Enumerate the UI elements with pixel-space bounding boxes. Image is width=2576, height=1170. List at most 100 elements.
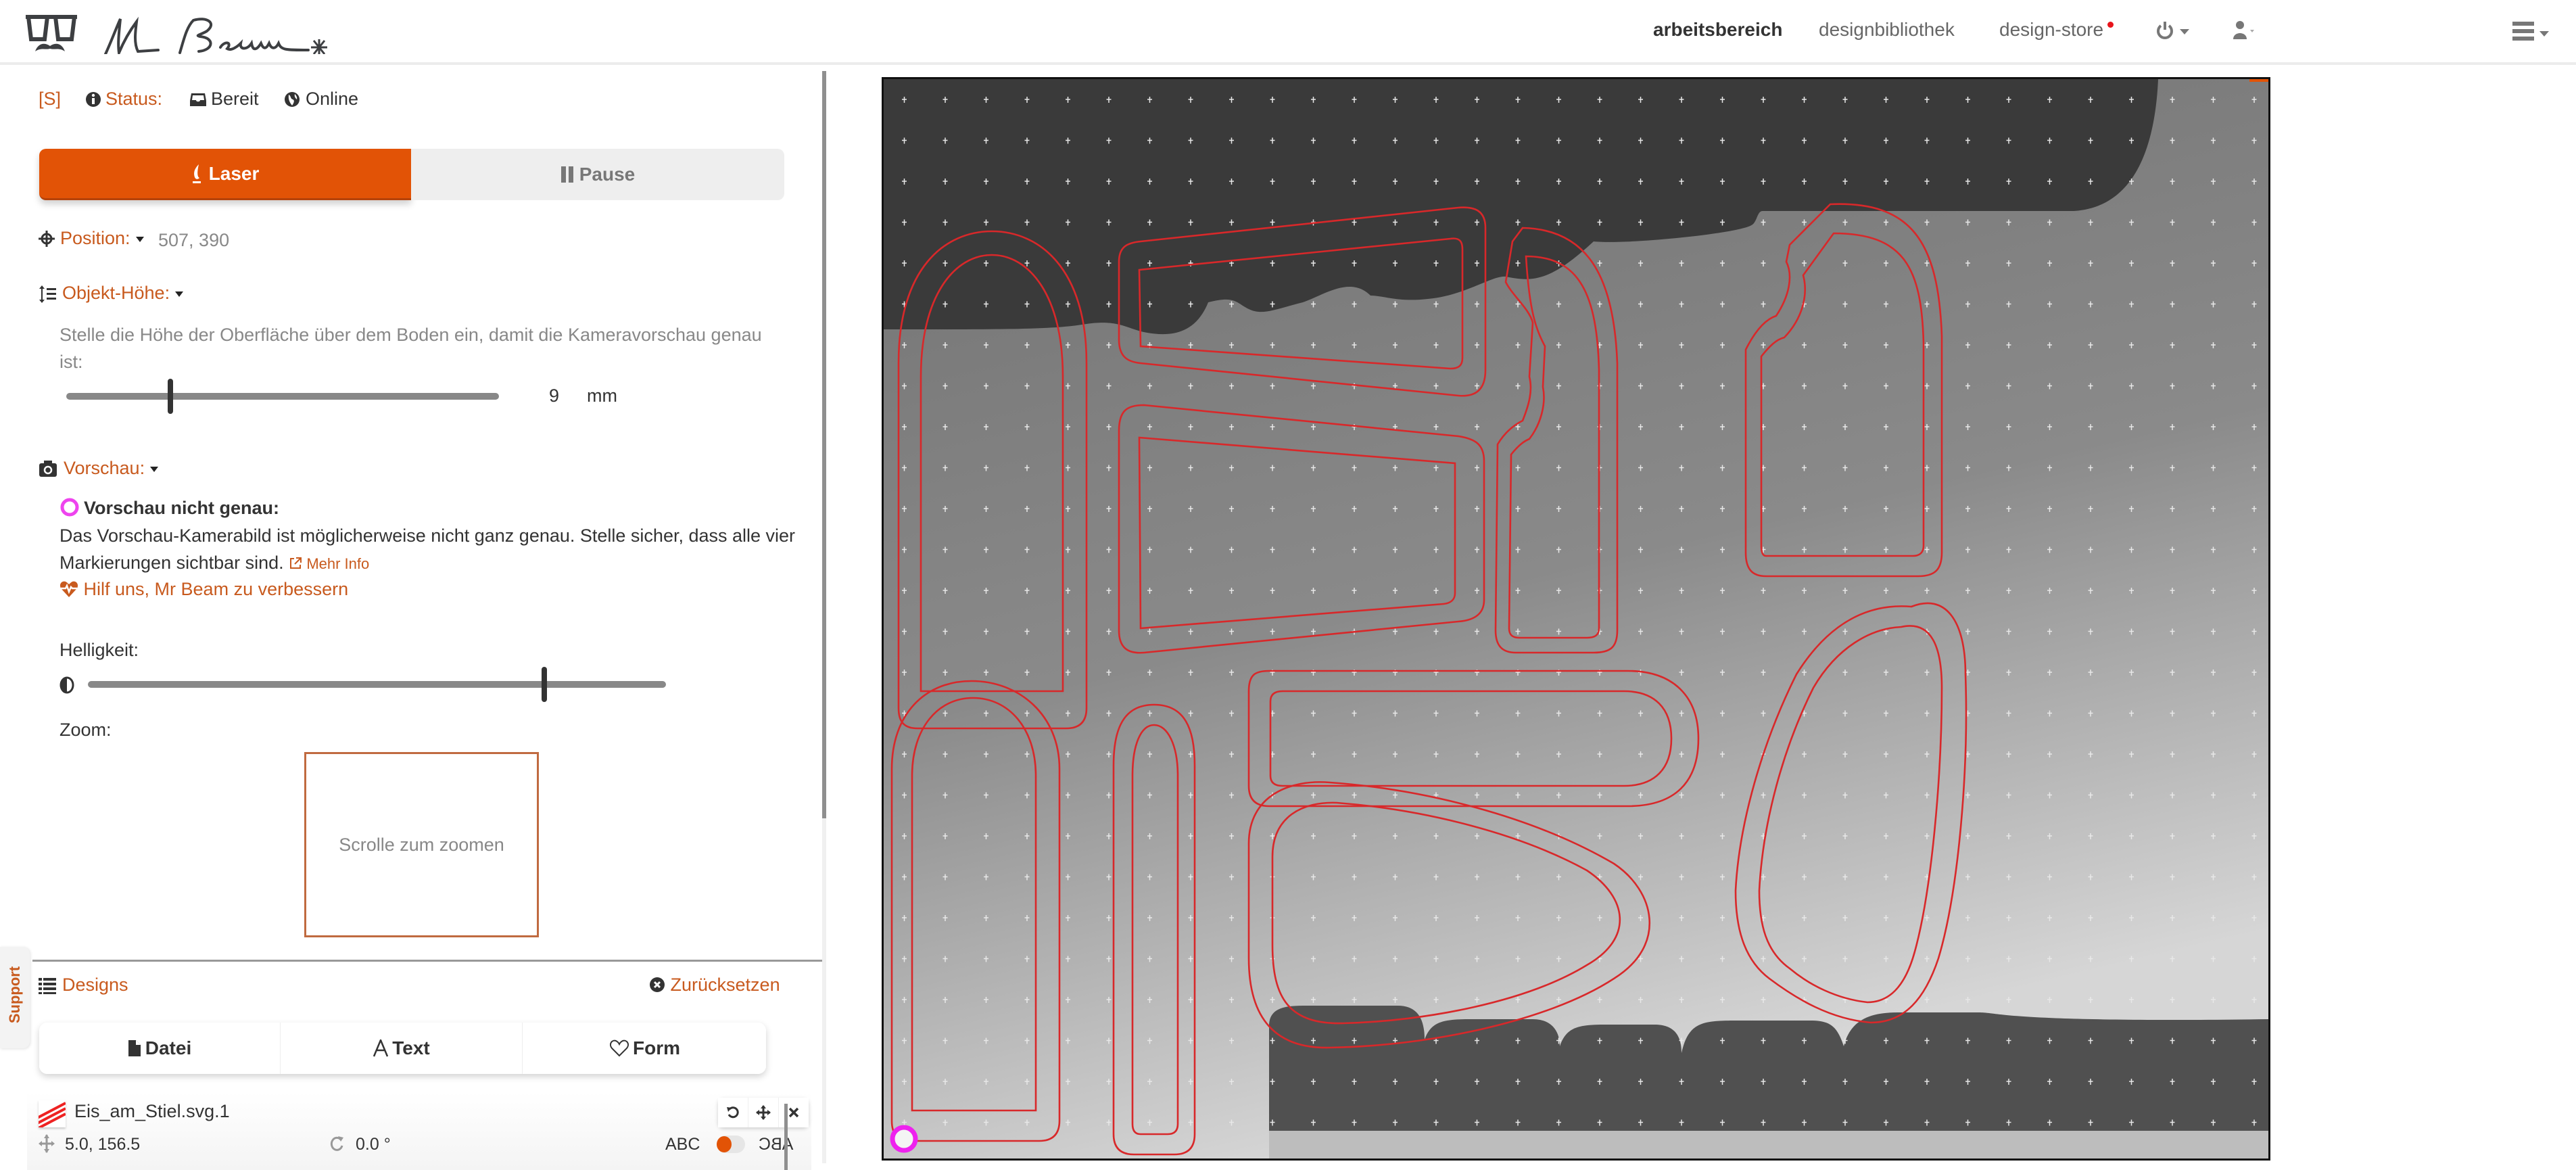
chevron-down-icon [2539,31,2549,37]
slider-track [88,681,666,688]
preview-warning-title: Vorschau nicht genau: [84,498,280,518]
external-link-icon [290,557,302,569]
flame-icon [192,164,201,183]
preview-label: Vorschau: [64,458,145,478]
reset-transform-button[interactable] [718,1098,748,1127]
add-file-label: Datei [145,1037,192,1058]
main-menu-button[interactable] [2512,20,2553,43]
notification-dot [2107,22,2114,28]
help-improve-link[interactable]: Hilf uns, Mr Beam zu verbessern [59,579,348,600]
help-improve-label: Hilf uns, Mr Beam zu verbessern [83,579,349,599]
reset-button[interactable]: Zurücksetzen [649,975,780,996]
zoom-area[interactable]: Scrolle zum zoomen [304,752,539,937]
status-value: Bereit [211,89,259,109]
text-height-icon [39,284,57,308]
design-thumbnail [39,1100,66,1127]
laser-button[interactable]: Laser [39,149,411,200]
shortcut-indicator: [S] [39,89,62,109]
list-icon [39,977,56,998]
position-value: 507, 390 [158,230,230,250]
globe-icon [284,91,300,112]
design-actions [718,1098,809,1127]
brightness-slider[interactable] [88,667,666,702]
nav-design-store[interactable]: design-store [1999,19,2103,41]
pause-button-label: Pause [579,164,636,185]
position-move-icon [39,1134,55,1156]
connection-value: Online [306,89,359,109]
zoom-hint: Scrolle zum zoomen [339,834,504,855]
caret-down-icon [135,236,144,242]
position-toggle[interactable]: Position: [60,228,144,249]
caret-down-icon [175,291,184,297]
support-tab[interactable]: Support [0,947,30,1048]
info-icon [85,91,101,112]
slider-track [66,393,499,400]
sidebar-scrollbar[interactable] [822,71,826,818]
close-icon [788,1107,799,1118]
caret-down-icon [150,466,159,472]
add-file-button[interactable]: Datei [39,1023,281,1074]
pause-icon [560,166,573,183]
add-text-button[interactable]: Text [281,1023,523,1074]
design-list-scrollbar[interactable] [784,1104,788,1170]
undo-icon [727,1106,739,1119]
brightness-label: Helligkeit: [59,640,139,660]
chevron-down-icon [2250,30,2254,32]
design-rotation[interactable]: 0.0 ° [356,1135,391,1154]
mr-beam-logo[interactable] [24,12,335,58]
crosshairs-icon [39,230,55,251]
add-text-label: Text [392,1037,430,1058]
more-info-link[interactable]: Mehr Info [289,555,369,572]
chevron-down-icon [2180,29,2189,34]
designs-title: Designs [62,975,128,995]
object-height-unit: mm [587,385,617,406]
object-height-description: Stelle die Höhe der Oberfläche über dem … [59,325,762,372]
heartbeat-icon [59,581,78,597]
nav-arbeitsbereich[interactable]: arbeitsbereich [1653,19,1782,41]
power-menu-button[interactable] [2155,20,2196,41]
rotate-icon [330,1135,345,1156]
camera-image [884,79,2268,1159]
preview-warning-body: Das Vorschau-Kamerabild ist möglicherwei… [59,525,796,573]
hamburger-menu-icon [2512,22,2534,41]
add-shape-label: Form [633,1037,680,1058]
mirror-label-mirrored: ABC [759,1135,794,1154]
inbox-icon [189,92,207,110]
user-icon [2233,21,2247,39]
sidebar-scroll-rail [822,818,826,1163]
mirror-toggle[interactable] [717,1136,745,1153]
arrows-move-icon [756,1105,771,1120]
pause-button[interactable]: Pause [411,149,784,200]
remove-design-button[interactable] [779,1098,809,1127]
more-info-label: Mehr Info [306,555,370,572]
adjust-contrast-icon [59,676,74,697]
slider-thumb[interactable] [167,379,173,414]
times-circle-icon [650,977,665,992]
font-icon [373,1039,389,1057]
reset-label: Zurücksetzen [670,975,780,995]
mirror-label-normal: ABC [665,1135,700,1154]
position-label: Position: [60,228,130,248]
status-label: Status: [105,89,163,109]
object-height-toggle[interactable]: Objekt-Höhe: [62,283,184,304]
object-height-value[interactable]: 9 [549,385,559,406]
object-height-slider[interactable] [66,379,499,414]
preview-warning-text: Das Vorschau-Kamerabild ist möglicherwei… [59,522,796,578]
design-name: Eis_am_Stiel.svg.1 [74,1101,230,1121]
move-button[interactable] [748,1098,779,1127]
user-menu-button[interactable] [2233,20,2260,41]
design-position[interactable]: 5.0, 156.5 [65,1135,140,1154]
object-height-label: Objekt-Höhe: [62,283,170,303]
add-shape-button[interactable]: Form [524,1023,766,1074]
nav-designbibliothek[interactable]: designbibliothek [1819,19,1955,41]
slider-thumb[interactable] [542,667,548,702]
power-icon [2157,22,2173,39]
marker-ring-icon [59,497,80,521]
grid-crosshairs [884,79,2268,1159]
preview-toggle[interactable]: Vorschau: [64,458,159,479]
workspace-camera-preview[interactable] [882,77,2270,1161]
heart-icon [610,1039,629,1057]
design-list-item[interactable]: Eis_am_Stiel.svg.1 5.0, 156.5 0.0 ° ABC … [27,1092,811,1170]
zoom-label: Zoom: [59,720,112,740]
support-label: Support [6,966,23,1024]
